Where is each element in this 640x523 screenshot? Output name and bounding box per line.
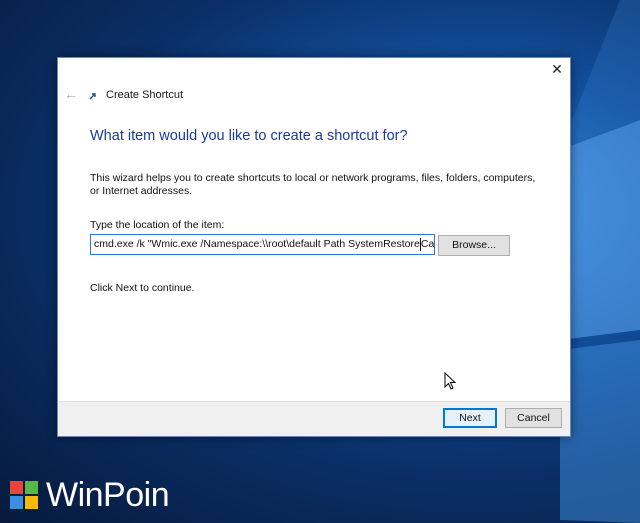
location-input-value-tail: Call ( xyxy=(420,238,435,250)
windows-logo-icon xyxy=(10,481,38,509)
back-arrow-icon[interactable]: ← xyxy=(63,86,79,102)
watermark-text: WinPoin xyxy=(46,476,170,514)
mouse-pointer-icon xyxy=(444,372,456,390)
cancel-button[interactable]: Cancel xyxy=(505,408,562,428)
shortcut-icon xyxy=(89,92,97,100)
dialog-footer: Next Cancel xyxy=(58,401,570,436)
continue-instruction: Click Next to continue. xyxy=(90,282,195,294)
page-heading: What item would you like to create a sho… xyxy=(90,128,408,144)
browse-button[interactable]: Browse... xyxy=(438,235,510,256)
location-label: Type the location of the item: xyxy=(90,219,225,231)
wizard-description: This wizard helps you to create shortcut… xyxy=(90,172,536,197)
create-shortcut-dialog: ← Create Shortcut ✕ What item would you … xyxy=(57,57,571,437)
title-bar: ← Create Shortcut ✕ xyxy=(58,58,570,102)
close-icon[interactable]: ✕ xyxy=(550,62,564,76)
window-title: Create Shortcut xyxy=(106,89,184,101)
location-input[interactable]: cmd.exe /k "Wmic.exe /Namespace:\\root\d… xyxy=(90,234,435,255)
next-button[interactable]: Next xyxy=(443,408,497,428)
location-input-value: cmd.exe /k "Wmic.exe /Namespace:\\root\d… xyxy=(94,238,420,250)
